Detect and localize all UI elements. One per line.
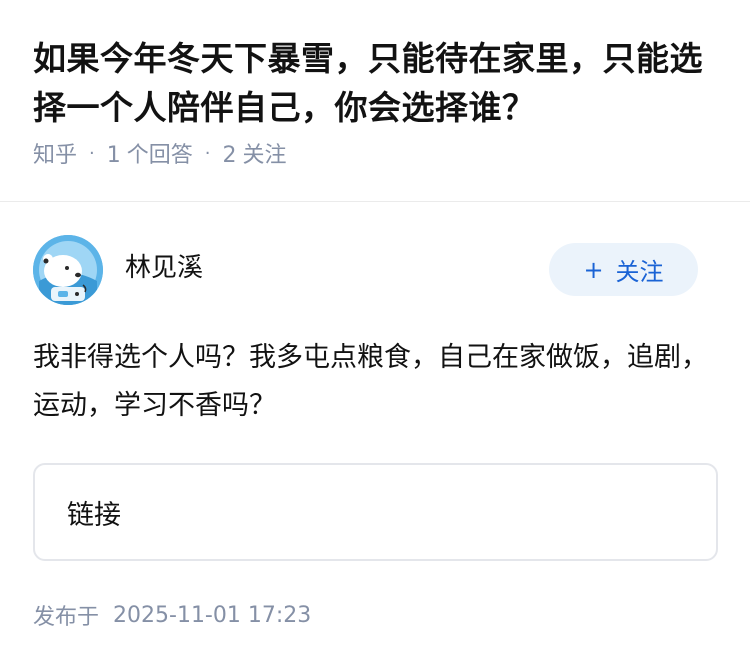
question-meta: 知乎 · 1 个回答 · 2 关注 — [33, 136, 723, 170]
plus-icon: + — [583, 255, 604, 284]
question-title[interactable]: 如果今年冬天下暴雪，只能待在家里，只能选择一个人陪伴自己，你会选择谁？ — [33, 34, 723, 132]
published-time: 2025-11-01 17:23 — [113, 602, 312, 628]
answer-count-label: 个回答 — [126, 143, 193, 168]
answer-count: 1 — [106, 143, 121, 168]
follower-count-link[interactable]: 2 关注 — [223, 137, 287, 169]
source-label[interactable]: 知乎 — [33, 137, 77, 169]
answer-content: 我非得选个人吗？我多屯点粮食，自己在家做饭，追剧，运动，学习不香吗？ — [33, 342, 708, 421]
section-divider — [0, 201, 750, 202]
author-name[interactable]: 林见溪 — [125, 251, 203, 285]
author-info: 林见溪 + 关注 — [33, 235, 698, 305]
follower-count: 2 — [222, 143, 237, 168]
avatar[interactable] — [33, 235, 103, 305]
published-label: 发布于 — [33, 605, 100, 630]
follow-button[interactable]: + 关注 — [549, 243, 698, 296]
answer-count-link[interactable]: 1 个回答 — [107, 137, 193, 169]
publish-info: 发布于 2025-11-01 17:23 — [33, 598, 311, 632]
polar-bear-astronaut-avatar-icon — [33, 235, 103, 305]
meta-separator: · — [204, 142, 211, 164]
meta-separator: · — [89, 142, 95, 164]
follow-button-label: 关注 — [615, 258, 664, 286]
link-card-label: 链接 — [67, 499, 121, 531]
link-card[interactable]: 链接 — [33, 463, 718, 561]
follower-count-label: 关注 — [242, 143, 287, 168]
question-header: 如果今年冬天下暴雪，只能待在家里，只能选择一个人陪伴自己，你会选择谁？ 知乎 ·… — [33, 34, 723, 170]
